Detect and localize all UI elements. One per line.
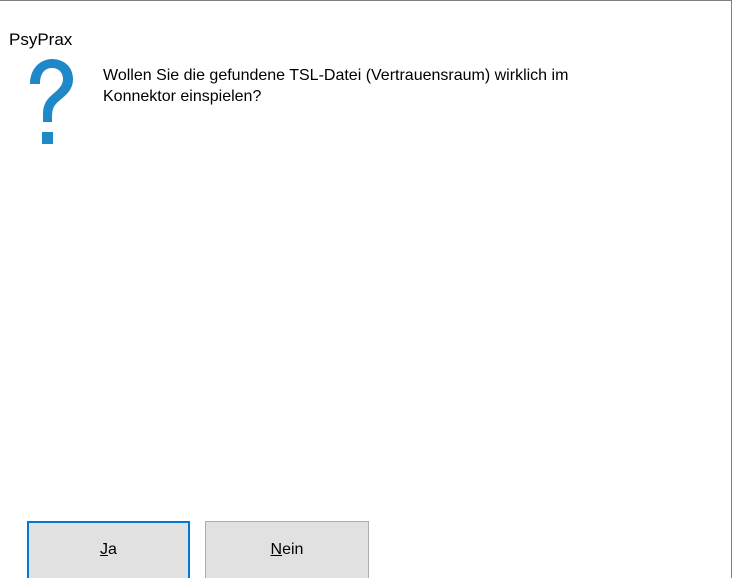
- message-line-2: Konnektor einspielen?: [103, 88, 262, 105]
- dialog-message: Wollen Sie die gefundene TSL-Datei (Vert…: [103, 65, 703, 107]
- dialog-title: PsyPrax: [9, 30, 73, 49]
- yes-button-mnemonic: J: [100, 541, 109, 558]
- dialog-window: PsyPrax Wollen Sie die gefundene TSL-Dat…: [0, 0, 732, 578]
- yes-button[interactable]: Ja: [27, 521, 190, 578]
- yes-button-label: a: [108, 541, 117, 558]
- question-icon: [30, 59, 73, 144]
- no-button[interactable]: Nein: [205, 521, 369, 578]
- no-button-label: ein: [282, 541, 304, 558]
- no-button-mnemonic: N: [270, 541, 283, 558]
- message-line-1: Wollen Sie die gefundene TSL-Datei (Vert…: [103, 67, 569, 84]
